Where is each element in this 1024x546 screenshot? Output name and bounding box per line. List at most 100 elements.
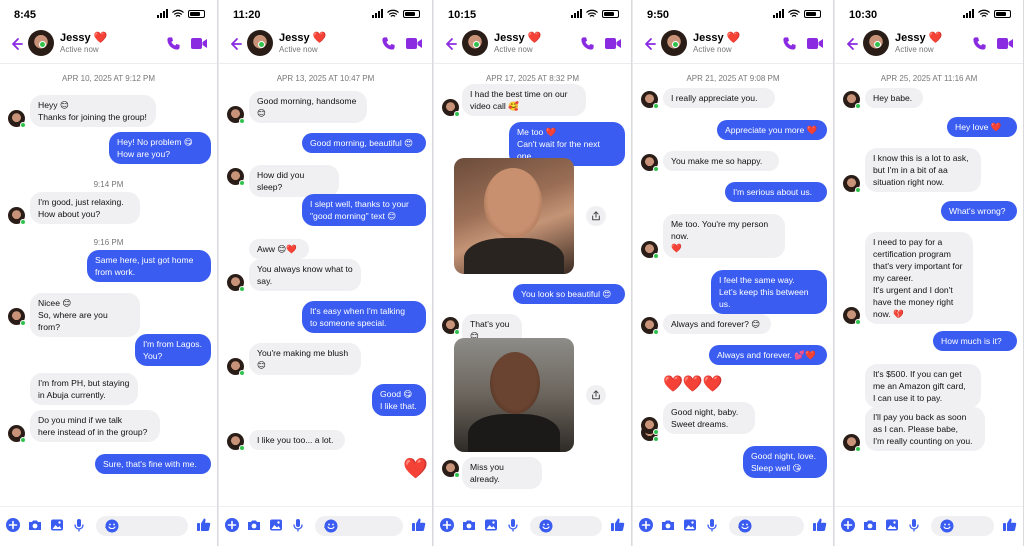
plus-icon[interactable] (639, 518, 653, 532)
incoming-message[interactable]: How did you sleep? (249, 165, 339, 197)
thumbs-up-icon[interactable] (411, 517, 426, 532)
incoming-message[interactable]: I like you too... a lot. (249, 430, 345, 450)
image-icon[interactable] (683, 518, 697, 532)
incoming-message[interactable]: I'm good, just relaxing. How about you? (30, 192, 140, 224)
sender-avatar[interactable] (227, 433, 245, 451)
incoming-message[interactable]: I really appreciate you. (663, 88, 775, 108)
plus-icon[interactable] (6, 518, 20, 532)
incoming-message[interactable]: Nicee 😊 So, where are you from? (30, 293, 140, 337)
emoji-icon[interactable] (940, 519, 954, 533)
incoming-message[interactable]: Me too. You're my person now. ❤️ (663, 214, 785, 258)
phone-icon[interactable] (972, 36, 987, 51)
incoming-message[interactable]: It's $500. If you can get me an Amazon g… (865, 364, 981, 408)
contact-avatar[interactable] (28, 30, 54, 56)
thumbs-up-icon[interactable] (610, 517, 625, 532)
phone-icon[interactable] (782, 36, 797, 51)
sender-avatar[interactable] (8, 425, 26, 443)
contact-name[interactable]: Jessy ❤️ (279, 31, 326, 44)
back-arrow-icon[interactable] (8, 36, 24, 52)
emoji-icon[interactable] (738, 519, 752, 533)
sender-avatar[interactable] (442, 99, 460, 117)
contact-name[interactable]: Jessy ❤️ (693, 31, 740, 44)
sender-avatar[interactable] (8, 207, 26, 225)
emoji-icon[interactable] (105, 519, 119, 533)
outgoing-message[interactable]: You look so beautiful 😍 (513, 284, 625, 304)
incoming-message[interactable]: Good night, baby. Sweet dreams. (663, 402, 755, 434)
message-input[interactable]: Aa (931, 516, 994, 536)
mic-icon[interactable] (506, 518, 520, 532)
emoji-message[interactable]: ❤️❤️❤️ (663, 376, 723, 394)
camera-icon[interactable] (247, 518, 261, 532)
sender-avatar[interactable] (641, 91, 659, 109)
contact-avatar[interactable] (863, 30, 889, 56)
phone-icon[interactable] (580, 36, 595, 51)
outgoing-message[interactable]: Good morning, beautiful 😍 (302, 133, 426, 153)
message-input[interactable]: Aa (530, 516, 602, 536)
incoming-message[interactable]: Miss you already. (462, 457, 542, 489)
plus-icon[interactable] (225, 518, 239, 532)
image-icon[interactable] (885, 518, 899, 532)
outgoing-message[interactable]: I'm from Lagos. You? (135, 334, 211, 366)
camera-icon[interactable] (462, 518, 476, 532)
outgoing-message[interactable]: Appreciate you more ❤️ (717, 120, 827, 140)
contact-name[interactable]: Jessy ❤️ (895, 31, 942, 44)
image-icon[interactable] (50, 518, 64, 532)
outgoing-message[interactable]: Sure, that's fine with me. (95, 454, 211, 474)
emoji-icon[interactable] (324, 519, 338, 533)
sender-avatar[interactable] (227, 358, 245, 376)
mic-icon[interactable] (705, 518, 719, 532)
incoming-message[interactable]: I had the best time on our video call 🥰 (462, 84, 586, 116)
sender-avatar[interactable] (641, 417, 659, 435)
incoming-message[interactable]: Aww 😊❤️ (249, 239, 309, 259)
man-photo[interactable] (454, 338, 574, 452)
sender-avatar[interactable] (843, 434, 861, 452)
thumbs-up-icon[interactable] (812, 517, 827, 532)
back-arrow-icon[interactable] (843, 36, 859, 52)
sender-avatar[interactable] (843, 175, 861, 193)
contact-avatar[interactable] (661, 30, 687, 56)
outgoing-message[interactable]: Same here, just got home from work. (87, 250, 211, 282)
video-icon[interactable] (604, 36, 622, 51)
share-icon[interactable] (586, 206, 606, 226)
incoming-message[interactable]: You make me so happy. (663, 151, 779, 171)
contact-avatar[interactable] (462, 30, 488, 56)
incoming-message[interactable]: Hey babe. (865, 88, 923, 108)
sender-avatar[interactable] (227, 106, 245, 124)
sender-avatar[interactable] (843, 91, 861, 109)
incoming-message[interactable]: Always and forever? 😊 (663, 314, 771, 334)
video-icon[interactable] (806, 36, 824, 51)
outgoing-message[interactable]: Hey! No problem 😋 How are you? (109, 132, 211, 164)
share-icon[interactable] (586, 385, 606, 405)
phone-icon[interactable] (381, 36, 396, 51)
outgoing-message[interactable]: Good 😋 I like that. (372, 384, 426, 416)
sender-avatar[interactable] (641, 154, 659, 172)
emoji-icon[interactable] (539, 519, 553, 533)
contact-avatar[interactable] (247, 30, 273, 56)
outgoing-message[interactable]: I feel the same way. Let's keep this bet… (711, 270, 827, 314)
incoming-message[interactable]: I need to pay for a certification progra… (865, 232, 973, 324)
sender-avatar[interactable] (843, 307, 861, 325)
sender-avatar[interactable] (641, 317, 659, 335)
incoming-message[interactable]: Good morning, handsome 😊 (249, 91, 367, 123)
sender-avatar[interactable] (442, 317, 460, 335)
thumbs-up-icon[interactable] (1002, 517, 1017, 532)
outgoing-message[interactable]: I'm serious about us. (725, 182, 827, 202)
message-input[interactable]: Aa (96, 516, 188, 536)
outgoing-message[interactable]: Good night, love. Sleep well 😘 (743, 446, 827, 478)
incoming-message[interactable]: Heyy 😊 Thanks for joining the group! (30, 95, 156, 127)
camera-icon[interactable] (28, 518, 42, 532)
incoming-message[interactable]: I'll pay you back as soon as I can. Plea… (865, 407, 985, 451)
sender-avatar[interactable] (442, 460, 460, 478)
sender-avatar[interactable] (227, 168, 245, 186)
plus-icon[interactable] (440, 518, 454, 532)
camera-icon[interactable] (863, 518, 877, 532)
plus-icon[interactable] (841, 518, 855, 532)
sender-avatar[interactable] (227, 274, 245, 292)
incoming-message[interactable]: I know this is a lot to ask, but I'm in … (865, 148, 981, 192)
video-icon[interactable] (190, 36, 208, 51)
sender-avatar[interactable] (641, 241, 659, 259)
contact-name[interactable]: Jessy ❤️ (494, 31, 541, 44)
emoji-message[interactable]: ❤️ (403, 456, 428, 481)
outgoing-message[interactable]: Always and forever. 💕❤️ (709, 345, 827, 365)
outgoing-message[interactable]: How much is it? (933, 331, 1017, 351)
